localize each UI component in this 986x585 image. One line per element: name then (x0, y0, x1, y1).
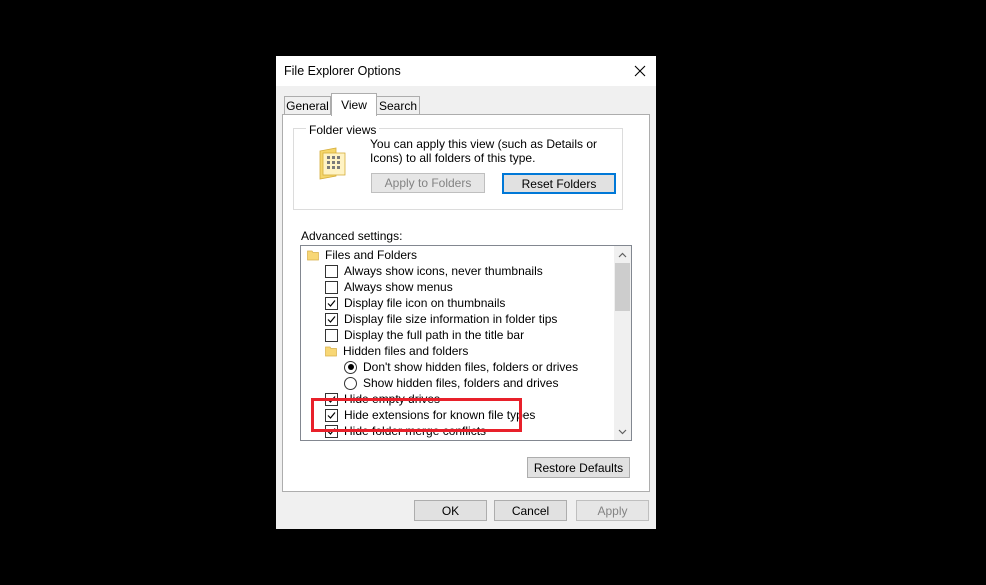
title-bar: File Explorer Options (276, 56, 656, 86)
close-icon[interactable] (624, 56, 656, 86)
scroll-down-icon[interactable] (614, 423, 631, 440)
radio[interactable] (344, 376, 357, 390)
vertical-scrollbar[interactable] (614, 246, 631, 440)
checkbox[interactable] (325, 280, 338, 294)
restore-defaults-button[interactable]: Restore Defaults (527, 457, 630, 478)
checkbox-checked[interactable] (325, 296, 338, 310)
scrollbar-thumb[interactable] (615, 263, 630, 311)
option-always-show-menus[interactable]: Always show menus (325, 279, 453, 295)
checkbox-checked[interactable] (325, 312, 338, 326)
tab-general[interactable]: General (284, 96, 331, 115)
tab-search[interactable]: Search (376, 96, 420, 115)
radio-selected[interactable] (344, 360, 357, 374)
checkbox[interactable] (325, 328, 338, 342)
apply-to-folders-button[interactable]: Apply to Folders (371, 173, 485, 193)
apply-button[interactable]: Apply (576, 500, 649, 521)
checkmark-icon (327, 299, 336, 307)
tab-view[interactable]: View (331, 93, 377, 116)
reset-folders-button[interactable]: Reset Folders (502, 173, 616, 194)
checkbox[interactable] (325, 264, 338, 278)
option-always-show-icons[interactable]: Always show icons, never thumbnails (325, 263, 543, 279)
ok-button[interactable]: OK (414, 500, 487, 521)
folder-views-description: You can apply this view (such as Details… (370, 137, 598, 165)
tree-folder-files-and-folders: Files and Folders (307, 247, 417, 263)
option-show-hidden[interactable]: Show hidden files, folders and drives (344, 375, 558, 391)
dialog-title: File Explorer Options (284, 64, 401, 78)
folder-views-legend: Folder views (306, 123, 380, 137)
option-dont-show-hidden[interactable]: Don't show hidden files, folders or driv… (344, 359, 578, 375)
highlight-annotation-box (311, 398, 522, 432)
file-explorer-options-dialog: File Explorer Options General View Searc… (276, 56, 656, 529)
cancel-button[interactable]: Cancel (494, 500, 567, 521)
advanced-settings-label: Advanced settings: (301, 229, 403, 243)
checkmark-icon (327, 315, 336, 323)
option-display-file-icon-thumbnails[interactable]: Display file icon on thumbnails (325, 295, 505, 311)
scroll-up-icon[interactable] (614, 246, 631, 263)
tree-folder-hidden-files: Hidden files and folders (325, 343, 468, 359)
folder-icon (325, 346, 337, 357)
option-display-file-size-info[interactable]: Display file size information in folder … (325, 311, 557, 327)
folder-view-icon (318, 147, 348, 184)
folder-icon (307, 250, 319, 261)
option-display-full-path[interactable]: Display the full path in the title bar (325, 327, 524, 343)
